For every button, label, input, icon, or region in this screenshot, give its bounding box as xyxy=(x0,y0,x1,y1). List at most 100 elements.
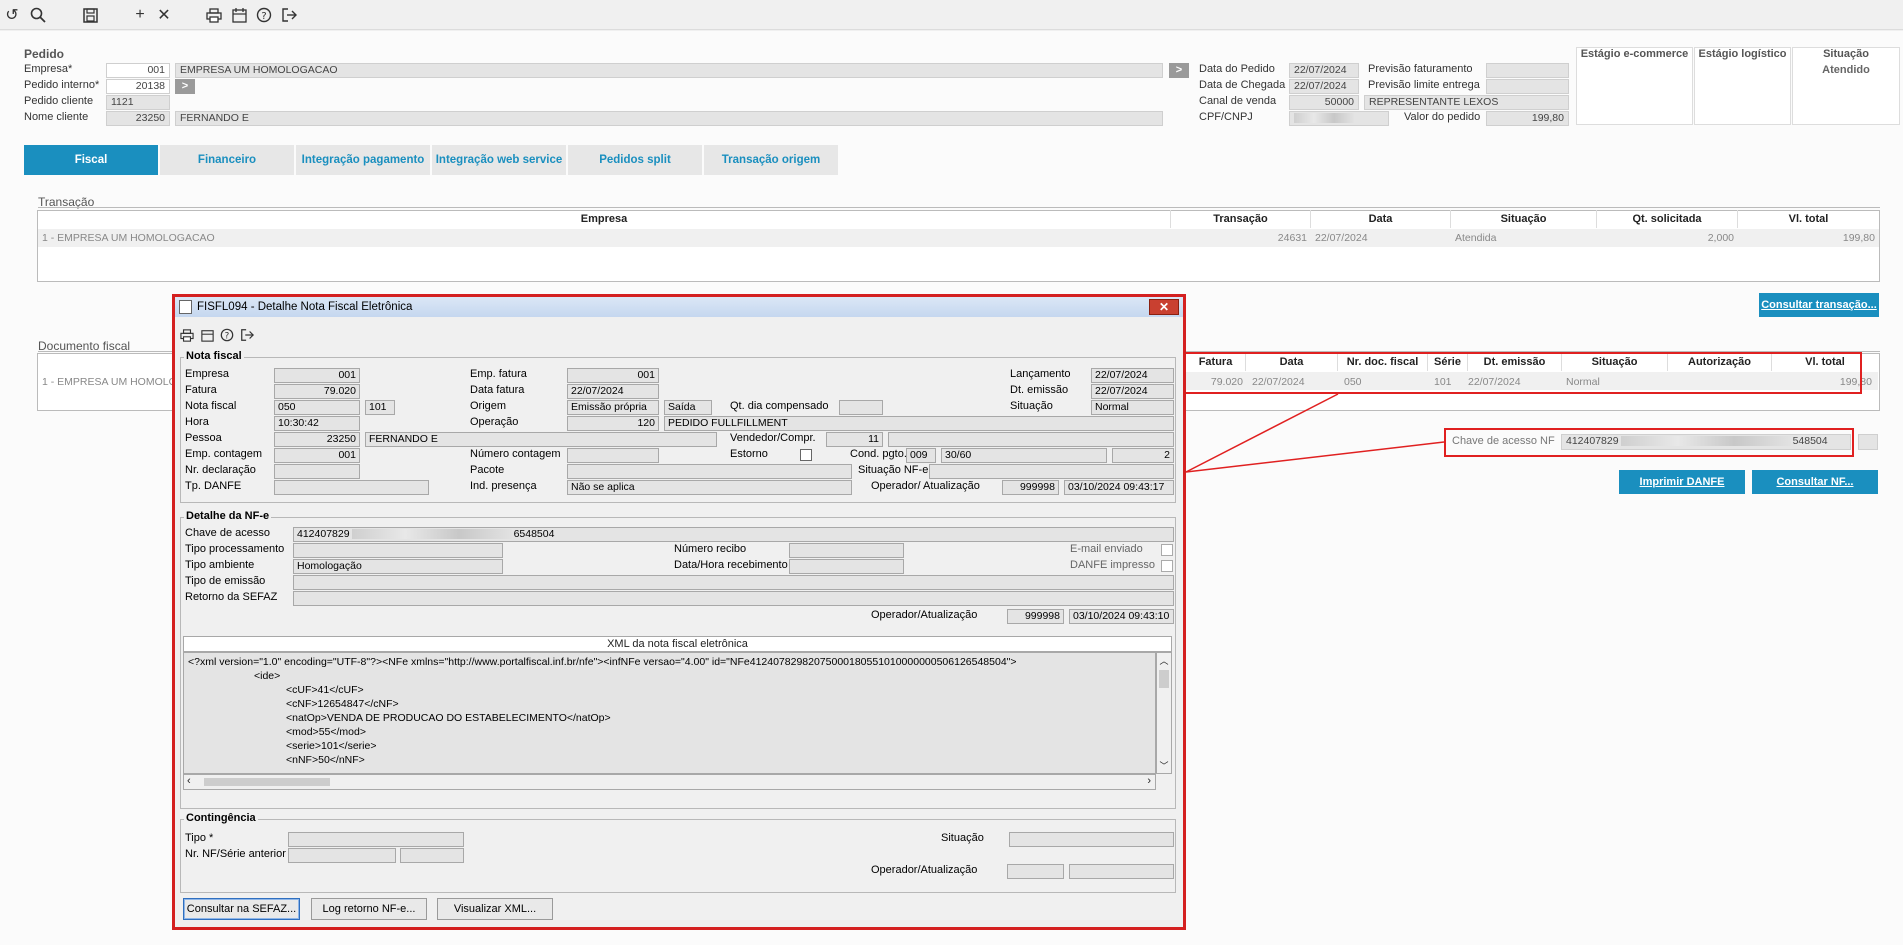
tipo-processamento-label: Tipo processamento xyxy=(185,543,285,555)
pessoa-label: Pessoa xyxy=(185,432,222,444)
nr-nf-anterior-field xyxy=(288,848,396,863)
nota-fiscal-label: Nota fiscal xyxy=(185,400,237,412)
xml-vertical-scrollbar[interactable]: ︿ ﹀ xyxy=(1156,652,1172,774)
chave-end: 6548504 xyxy=(513,528,555,540)
numero-recibo-label: Número recibo xyxy=(674,543,747,555)
email-enviado-checkbox[interactable] xyxy=(1161,544,1173,556)
retorno-sefaz-field xyxy=(293,591,1174,606)
cond-name-field: 30/60 xyxy=(941,448,1107,463)
operador2-label: Operador/Atualização xyxy=(871,609,978,621)
vendedor-label: Vendedor/Compr. xyxy=(730,432,816,444)
scroll-thumb[interactable] xyxy=(1159,670,1169,688)
chevron-left-icon[interactable]: ‹ xyxy=(187,775,191,787)
dt-emissao-label: Dt. emissão xyxy=(1010,384,1069,396)
pessoa-code-field: 23250 xyxy=(274,432,360,447)
operador-field: 999998 xyxy=(1002,480,1059,495)
tipo-field xyxy=(288,832,464,847)
saida-field: Saída xyxy=(664,400,712,415)
numero-recibo-field xyxy=(789,543,904,558)
chevron-right-icon[interactable]: › xyxy=(1147,775,1151,787)
dt-emissao-field: 22/07/2024 xyxy=(1091,384,1174,399)
xml-line: <ide> xyxy=(254,670,281,682)
empresa-field: 001 xyxy=(274,368,360,383)
atualizacao-field: 03/10/2024 09:43:17 xyxy=(1064,480,1174,495)
chevron-down-icon[interactable]: ﹀ xyxy=(1158,759,1170,772)
detalhe-nfe-group-title: Detalhe da NF-e xyxy=(184,510,272,522)
cont-operador-field xyxy=(1007,864,1064,879)
print-icon[interactable] xyxy=(179,327,195,343)
dialog-close-button[interactable]: ✕ xyxy=(1149,299,1179,315)
nota-fiscal-field: 050 xyxy=(274,400,360,415)
operador-label: Operador/ Atualização xyxy=(871,480,980,492)
hora-field: 10:30:42 xyxy=(274,416,360,431)
operacao-label: Operação xyxy=(470,416,519,428)
pessoa-name-field: FERNANDO E xyxy=(365,432,717,447)
scroll-thumb[interactable] xyxy=(204,778,330,786)
cont-situacao-label: Situação xyxy=(941,832,984,844)
pacote-label: Pacote xyxy=(470,464,505,476)
visualizar-xml-button[interactable]: Visualizar XML... xyxy=(437,898,553,920)
nr-declaracao-label: Nr. declaração xyxy=(185,464,256,476)
xml-line: <nNF>50</nNF> xyxy=(286,754,365,766)
dialog-title: FISFL094 - Detalhe Nota Fiscal Eletrônic… xyxy=(175,297,1183,317)
lancamento-field: 22/07/2024 xyxy=(1091,368,1174,383)
xml-line: <natOp>VENDA DE PRODUCAO DO ESTABELECIME… xyxy=(286,712,611,724)
xml-line: <cUF>41</cUF> xyxy=(286,684,364,696)
ind-presenca-label: Ind. presença xyxy=(470,480,537,492)
nr-declaracao-field xyxy=(274,464,360,479)
danfe-impresso-label: DANFE impresso xyxy=(1070,559,1155,571)
fatura-field: 79.020 xyxy=(274,384,360,399)
chevron-up-icon[interactable]: ︿ xyxy=(1158,654,1170,667)
email-enviado-label: E-mail enviado xyxy=(1070,543,1143,555)
ind-presenca-field: Não se aplica xyxy=(567,480,852,495)
retorno-sefaz-label: Retorno da SEFAZ xyxy=(185,591,278,603)
situacao-field: Normal xyxy=(1091,400,1174,415)
xml-line: <?xml version="1.0" encoding="UTF-8"?><N… xyxy=(188,656,1017,668)
data-recebimento-label: Data/Hora recebimento xyxy=(674,559,788,571)
cond-pgto-label: Cond. pgto. xyxy=(850,448,907,460)
qt-dia-field xyxy=(839,400,883,415)
document-icon xyxy=(179,300,192,314)
svg-text:?: ? xyxy=(225,332,230,342)
serie-field: 101 xyxy=(365,400,395,415)
vendedor-name-field xyxy=(888,432,1174,447)
data-fatura-label: Data fatura xyxy=(470,384,525,396)
situacao-nfe-label: Situação NF-e xyxy=(858,464,929,476)
help-icon[interactable]: ? xyxy=(219,327,235,343)
contingencia-group-title: Contingência xyxy=(184,812,258,824)
exit-icon[interactable] xyxy=(239,327,255,343)
operacao-code-field: 120 xyxy=(567,416,659,431)
fatura-label: Fatura xyxy=(185,384,217,396)
emp-fatura-field: 001 xyxy=(567,368,659,383)
situacao-label: Situação xyxy=(1010,400,1053,412)
estorno-label: Estorno xyxy=(730,448,768,460)
cont-operador-label: Operador/Atualização xyxy=(871,864,978,876)
pacote-field xyxy=(567,464,852,479)
tipo-ambiente-label: Tipo ambiente xyxy=(185,559,255,571)
tipo-label: Tipo * xyxy=(185,832,214,844)
danfe-impresso-checkbox[interactable] xyxy=(1161,560,1173,572)
tipo-ambiente-field: Homologação xyxy=(293,559,503,574)
consultar-sefaz-button[interactable]: Consultar na SEFAZ... xyxy=(183,898,300,920)
log-retorno-button[interactable]: Log retorno NF-e... xyxy=(311,898,427,920)
xml-content[interactable]: <?xml version="1.0" encoding="UTF-8"?><N… xyxy=(183,652,1156,774)
tipo-emissao-label: Tipo de emissão xyxy=(185,575,266,587)
data-recebimento-field xyxy=(789,559,904,574)
hora-label: Hora xyxy=(185,416,209,428)
calendar-icon[interactable] xyxy=(199,327,215,343)
data-fatura-field: 22/07/2024 xyxy=(567,384,659,399)
lancamento-label: Lançamento xyxy=(1010,368,1071,380)
numero-contagem-label: Número contagem xyxy=(470,448,561,460)
cont-atualizacao-field xyxy=(1069,864,1174,879)
xml-horizontal-scrollbar[interactable]: ‹ › xyxy=(183,774,1156,790)
chave-start: 412407829 xyxy=(297,528,350,540)
emp-fatura-label: Emp. fatura xyxy=(470,368,527,380)
nr-nf-anterior-label: Nr. NF/Série anterior xyxy=(185,848,286,860)
situacao-nfe-field xyxy=(929,464,1174,479)
tp-danfe-field xyxy=(274,480,429,495)
tp-danfe-label: Tp. DANFE xyxy=(185,480,242,492)
atualizacao2-field: 03/10/2024 09:43:10 xyxy=(1069,609,1174,624)
estorno-checkbox[interactable] xyxy=(800,449,812,461)
origem-field: Emissão própria xyxy=(567,400,659,415)
emp-contagem-field: 001 xyxy=(274,448,360,463)
